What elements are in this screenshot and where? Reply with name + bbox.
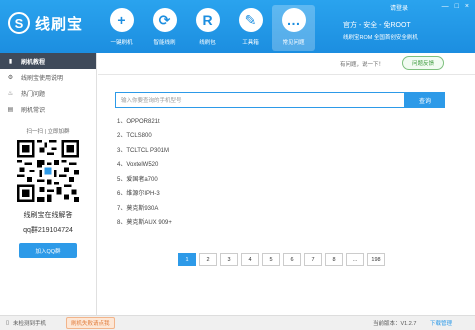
nav-label: 工具箱 (242, 40, 259, 46)
page-button[interactable]: 198 (367, 253, 385, 266)
main-nav: + 一键刷机 ⟳ 智能线刷 R 线刷包 ✎ 工具箱 … 常见问题 (100, 5, 315, 51)
divider (98, 74, 475, 75)
book-icon: ▮ (8, 58, 13, 65)
page-button[interactable]: 5 (262, 253, 280, 266)
maximize-icon[interactable]: □ (455, 3, 459, 10)
logo-icon: S (8, 12, 30, 34)
refresh-icon: ⟳ (152, 8, 177, 32)
join-qq-button[interactable]: 加入QQ群 (19, 243, 77, 258)
nav-smart-flash[interactable]: ⟳ 智能线刷 (143, 5, 186, 51)
app-title: 线刷宝 (35, 15, 84, 33)
page-button[interactable]: 3 (220, 253, 238, 266)
fire-icon: ♨ (7, 90, 14, 97)
minimize-icon[interactable]: — (442, 3, 449, 10)
list-item[interactable]: 1、OPPOR821t (117, 113, 172, 128)
sidebar-item-flash-knowledge[interactable]: ▤ 刷机常识 (0, 101, 96, 117)
download-manager-link[interactable]: 下载管理 (430, 319, 452, 327)
slogan-line2: 线刷宝ROM 全国首创安全刷机 (343, 35, 418, 41)
document-icon: ▤ (7, 106, 14, 113)
page-button[interactable]: 1 (178, 253, 196, 266)
nav-label: 线刷包 (199, 40, 216, 46)
page-ellipsis: ... (346, 253, 364, 266)
nav-one-click-flash[interactable]: + 一键刷机 (100, 5, 143, 51)
nav-rom-package[interactable]: R 线刷包 (186, 5, 229, 51)
pagination: 1 2 3 4 5 6 7 8 ... 198 (178, 253, 385, 266)
rom-package-icon: R (195, 8, 220, 32)
chat-icon: … (281, 8, 306, 32)
article-list: 1、OPPOR821t 2、TCLS800 3、TCLTCL P301M 4、V… (117, 113, 172, 229)
version-text: 当前版本：V1.2.7 (373, 321, 417, 327)
list-item[interactable]: 8、莫克斯AUX 909+ (117, 215, 172, 230)
page-button[interactable]: 8 (325, 253, 343, 266)
list-item[interactable]: 2、TCLS800 (117, 128, 172, 143)
nav-faq[interactable]: … 常见问题 (272, 5, 315, 51)
page-button[interactable]: 2 (199, 253, 217, 266)
plus-icon: + (109, 8, 134, 32)
page-button[interactable]: 4 (241, 253, 259, 266)
list-item[interactable]: 4、VoxtelW520 (117, 157, 172, 172)
main-content: 有问题，说一下！ 问题反馈 输入你要查询的手机型号 查询 1、OPPOR821t… (98, 53, 475, 315)
app-logo: S 线刷宝 (8, 12, 83, 34)
sidebar-item-label: 刷机教程 (21, 59, 46, 66)
nav-label: 常见问题 (282, 40, 305, 46)
close-icon[interactable]: × (465, 3, 469, 10)
sidebar-item-label: 线刷宝使用说明 (21, 75, 64, 82)
page-button[interactable]: 6 (283, 253, 301, 266)
list-item[interactable]: 6、维源尔IPH-3 (117, 186, 172, 201)
sidebar-item-hot-questions[interactable]: ♨ 热门问题 (0, 85, 96, 101)
join-qq-label: 加入QQ群 (35, 248, 61, 255)
help-text: 有问题，说一下！ (340, 62, 385, 68)
sidebar: ▮ 刷机教程 ⚙ 线刷宝使用说明 ♨ 热门问题 ▤ 刷机常识 扫一扫 | 立即加… (0, 53, 97, 315)
app-header: S 线刷宝 + 一键刷机 ⟳ 智能线刷 R 线刷包 ✎ 工具箱 … 常见问题 请… (0, 0, 475, 53)
qr-title: 扫一扫 | 立即加群 (26, 129, 70, 135)
device-status-text: 未检测到手机 (13, 321, 47, 327)
page-button[interactable]: 7 (304, 253, 322, 266)
gear-icon: ⚙ (7, 74, 14, 81)
qq-group-number: qq群219104724 (23, 227, 73, 234)
feedback-label: 问题反馈 (411, 61, 434, 67)
qr-code (17, 140, 79, 202)
status-bar: ▯ 未检测到手机 刷机失败请点我 当前版本：V1.2.7 下载管理 (0, 315, 475, 330)
nav-label: 一键刷机 (110, 40, 133, 46)
sidebar-item-instructions[interactable]: ⚙ 线刷宝使用说明 (0, 69, 96, 85)
login-link[interactable]: 请登录 (390, 3, 408, 12)
window-controls: — □ × (442, 3, 469, 10)
feedback-button[interactable]: 问题反馈 (402, 56, 444, 70)
device-status: ▯ 未检测到手机 (6, 319, 46, 327)
nav-label: 智能线刷 (153, 40, 176, 46)
list-item[interactable]: 3、TCLTCL P301M (117, 142, 172, 157)
nav-toolbox[interactable]: ✎ 工具箱 (229, 5, 272, 51)
flash-fail-button[interactable]: 刷机失败请点我 (66, 317, 115, 329)
list-item[interactable]: 5、爱国者a700 (117, 171, 172, 186)
wrench-icon: ✎ (238, 8, 263, 32)
sidebar-item-label: 刷机常识 (21, 107, 46, 114)
qr-code-icon (17, 140, 79, 202)
sidebar-item-label: 热门问题 (21, 91, 46, 98)
header-slogan: 官方 - 安全 - 免ROOT 线刷宝ROM 全国首创安全刷机 (343, 20, 418, 41)
sidebar-item-tutorial[interactable]: ▮ 刷机教程 (0, 53, 96, 69)
qq-label: 线刷宝在线解答 (23, 212, 73, 219)
search-input[interactable]: 输入你要查询的手机型号 (115, 92, 405, 108)
search-button[interactable]: 查询 (405, 92, 445, 108)
phone-icon: ▯ (6, 320, 10, 326)
list-item[interactable]: 7、莫克斯930A (117, 200, 172, 215)
slogan-line1: 官方 - 安全 - 免ROOT (343, 22, 411, 29)
